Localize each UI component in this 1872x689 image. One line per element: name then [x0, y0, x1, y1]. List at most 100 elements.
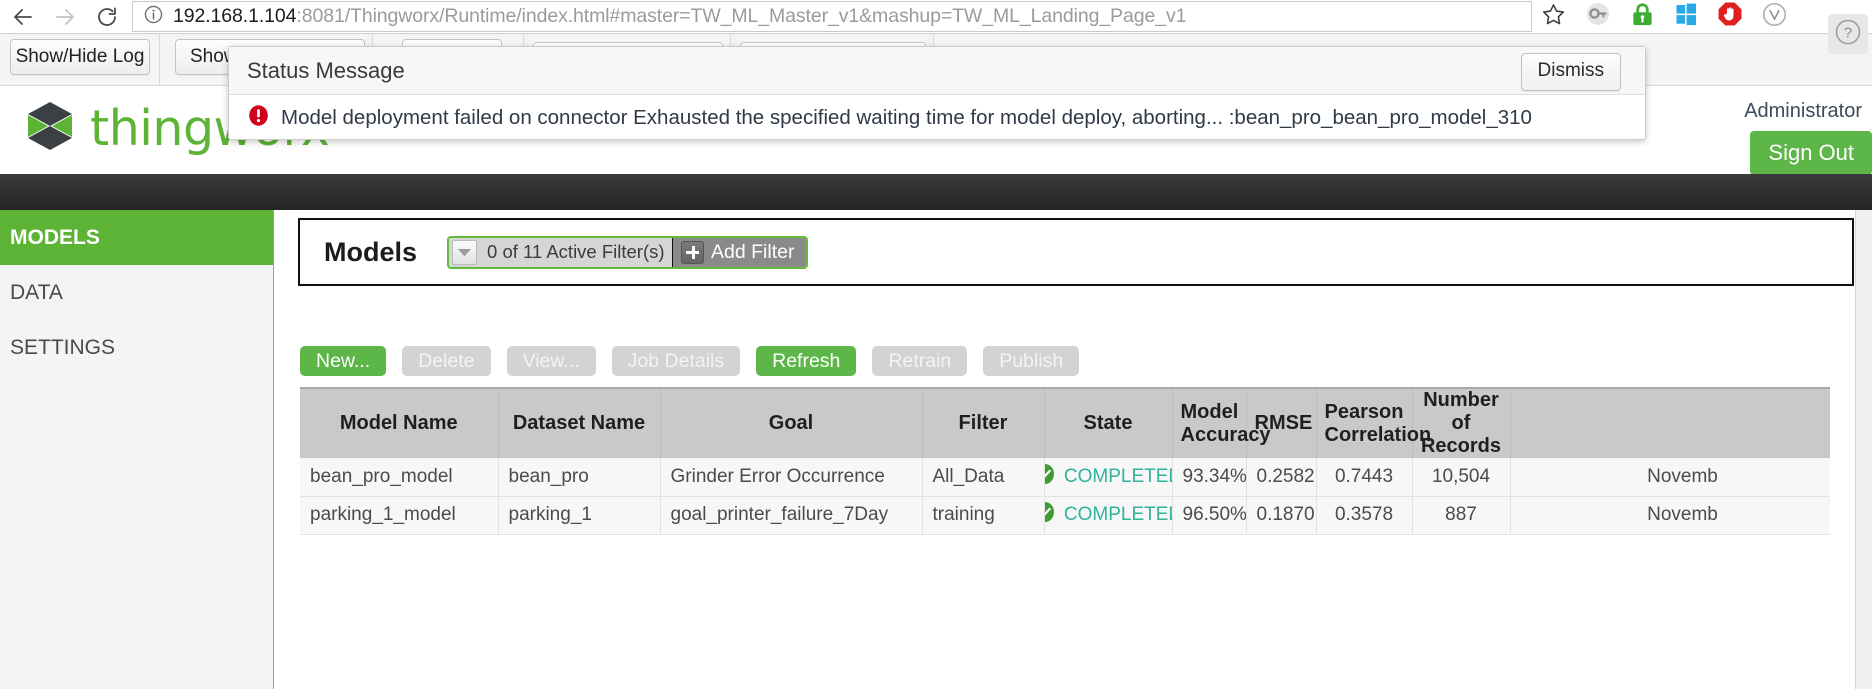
cell-goal: Grinder Error Occurrence — [660, 458, 923, 497]
publish-button[interactable]: Publish — [983, 346, 1080, 376]
column-header-goal[interactable]: Goal — [660, 389, 923, 458]
cell-rmse: 0.1870 — [1246, 496, 1317, 535]
new-button[interactable]: New... — [300, 346, 387, 376]
question-mark-circle-icon: ? — [1833, 17, 1863, 52]
state-label: COMPLETED — [1063, 465, 1172, 487]
address-bar-host: 192.168.1.104 — [173, 5, 297, 27]
cell-number-of-records: 10,504 — [1412, 458, 1511, 497]
error-exclamation-icon — [247, 104, 270, 132]
cell-model-name: parking_1_model — [300, 496, 499, 535]
browser-reload-button[interactable] — [86, 0, 128, 33]
cell-dataset-name: parking_1 — [498, 496, 661, 535]
column-header-state[interactable]: State — [1044, 389, 1173, 458]
key-icon — [1585, 1, 1611, 32]
sidebar-item-data[interactable]: DATA — [0, 265, 273, 320]
cell-pearson-correlation: 0.3578 — [1316, 496, 1413, 535]
sidebar-item-label: MODELS — [10, 225, 100, 249]
cell-model-accuracy: 93.34% — [1172, 458, 1247, 497]
sign-out-button[interactable]: Sign Out — [1750, 131, 1872, 175]
cell-rmse: 0.2582 — [1246, 458, 1317, 497]
page-vertical-scrollbar[interactable] — [1855, 210, 1872, 689]
user-name-label: Administrator — [1744, 100, 1862, 122]
plus-square-icon — [681, 240, 705, 264]
column-header-model-accuracy[interactable]: Model Accuracy — [1172, 389, 1271, 458]
action-bar: New... Delete View... Job Details Refres… — [300, 343, 1080, 379]
header-dark-bar — [0, 174, 1872, 210]
check-circle-icon — [1044, 501, 1056, 529]
table-header-row: Model Name Dataset Name Goal Filter Stat… — [300, 389, 1830, 458]
models-table-container[interactable]: Model Name Dataset Name Goal Filter Stat… — [300, 387, 1830, 679]
delete-button[interactable]: Delete — [402, 346, 491, 376]
column-header-filter[interactable]: Filter — [922, 389, 1045, 458]
models-table: Model Name Dataset Name Goal Filter Stat… — [300, 389, 1830, 535]
dismiss-button[interactable]: Dismiss — [1520, 53, 1621, 91]
status-message-text: Model deployment failed on connector Exh… — [281, 105, 1532, 129]
table-row[interactable]: parking_1_model parking_1 goal_printer_f… — [300, 496, 1830, 535]
cell-filter: training — [922, 496, 1045, 535]
help-button[interactable]: ? — [1828, 14, 1868, 54]
retrain-button[interactable]: Retrain — [872, 346, 968, 376]
star-outline-icon — [1541, 2, 1566, 32]
sidebar: MODELS DATA SETTINGS — [0, 210, 274, 689]
column-header-created[interactable]: C — [1510, 389, 1830, 458]
view-button[interactable]: View... — [506, 346, 596, 376]
refresh-button[interactable]: Refresh — [756, 346, 857, 376]
column-header-rmse[interactable]: RMSE — [1246, 389, 1317, 458]
browser-back-button[interactable] — [2, 0, 44, 33]
sidebar-item-settings[interactable]: SETTINGS — [0, 320, 273, 375]
add-filter-label: Add Filter — [711, 240, 795, 263]
arrow-right-icon — [53, 5, 77, 29]
show-hide-log-button[interactable]: Show/Hide Log — [10, 39, 150, 75]
thingworx-hexagon-logo-icon — [22, 98, 78, 159]
status-dialog-body: Model deployment failed on connector Exh… — [229, 95, 1645, 140]
check-circle-icon — [1044, 463, 1056, 491]
column-header-dataset-name[interactable]: Dataset Name — [498, 389, 661, 458]
extension-vivaldi-icon[interactable] — [1752, 1, 1796, 32]
main-content: Models 0 of 11 Active Filter(s) Add Filt… — [275, 210, 1872, 689]
column-header-model-name[interactable]: Model Name — [300, 389, 499, 458]
cell-dataset-name: bean_pro — [498, 458, 661, 497]
bookmark-star-button[interactable] — [1534, 1, 1572, 32]
info-circle-icon[interactable] — [143, 4, 164, 30]
extension-windows-icon[interactable] — [1664, 1, 1708, 32]
stop-hand-icon — [1717, 1, 1743, 32]
cell-created: Novemb — [1510, 458, 1830, 497]
cell-model-name: bean_pro_model — [300, 458, 499, 497]
vivaldi-circle-icon — [1762, 2, 1787, 32]
cell-filter: All_Data — [922, 458, 1045, 497]
cell-goal: goal_printer_failure_7Day — [660, 496, 923, 535]
extension-key-icon[interactable] — [1576, 1, 1620, 32]
chevron-down-icon[interactable] — [452, 239, 478, 265]
status-dialog-title: Status Message — [247, 58, 405, 83]
extension-lock-icon[interactable] — [1620, 1, 1664, 32]
cell-pearson-correlation: 0.7443 — [1316, 458, 1413, 497]
table-row[interactable]: bean_pro_model bean_pro Grinder Error Oc… — [300, 458, 1830, 497]
arrow-left-icon — [11, 5, 35, 29]
sidebar-item-models[interactable]: MODELS — [0, 210, 273, 265]
address-bar-path: :8081/Thingworx/Runtime/index.html#maste… — [296, 5, 1187, 27]
browser-forward-button[interactable] — [44, 0, 86, 33]
page-title: Models — [324, 236, 418, 267]
status-dialog-header: Status Message Dismiss — [229, 47, 1645, 95]
browser-chrome: 192.168.1.104:8081/Thingworx/Runtime/ind… — [0, 0, 1872, 34]
lock-icon — [1630, 2, 1655, 32]
svg-text:?: ? — [1844, 24, 1852, 41]
windows-icon — [1674, 2, 1698, 31]
reload-icon — [95, 5, 119, 29]
sidebar-item-label: SETTINGS — [10, 335, 116, 359]
address-bar[interactable]: 192.168.1.104:8081/Thingworx/Runtime/ind… — [132, 1, 1532, 32]
job-details-button[interactable]: Job Details — [611, 346, 741, 376]
address-bar-url: 192.168.1.104:8081/Thingworx/Runtime/ind… — [173, 5, 1186, 28]
active-filters-select[interactable]: 0 of 11 Active Filter(s) — [449, 237, 674, 267]
state-label: COMPLETED — [1063, 504, 1172, 525]
cell-model-accuracy: 96.50% — [1172, 496, 1247, 535]
filter-group: 0 of 11 Active Filter(s) Add Filter — [447, 235, 809, 269]
sidebar-item-label: DATA — [10, 280, 63, 304]
add-filter-button[interactable]: Add Filter — [673, 237, 807, 267]
cell-state: COMPLETED — [1044, 496, 1173, 535]
extension-adblock-icon[interactable] — [1708, 1, 1752, 32]
models-filter-panel: Models 0 of 11 Active Filter(s) Add Filt… — [298, 218, 1854, 286]
active-filters-value: 0 of 11 Active Filter(s) — [487, 241, 665, 262]
column-header-pearson-correlation[interactable]: Pearson Correlation — [1316, 389, 1431, 458]
toolbar-cell-1: Show/Hide Log — [0, 34, 160, 85]
